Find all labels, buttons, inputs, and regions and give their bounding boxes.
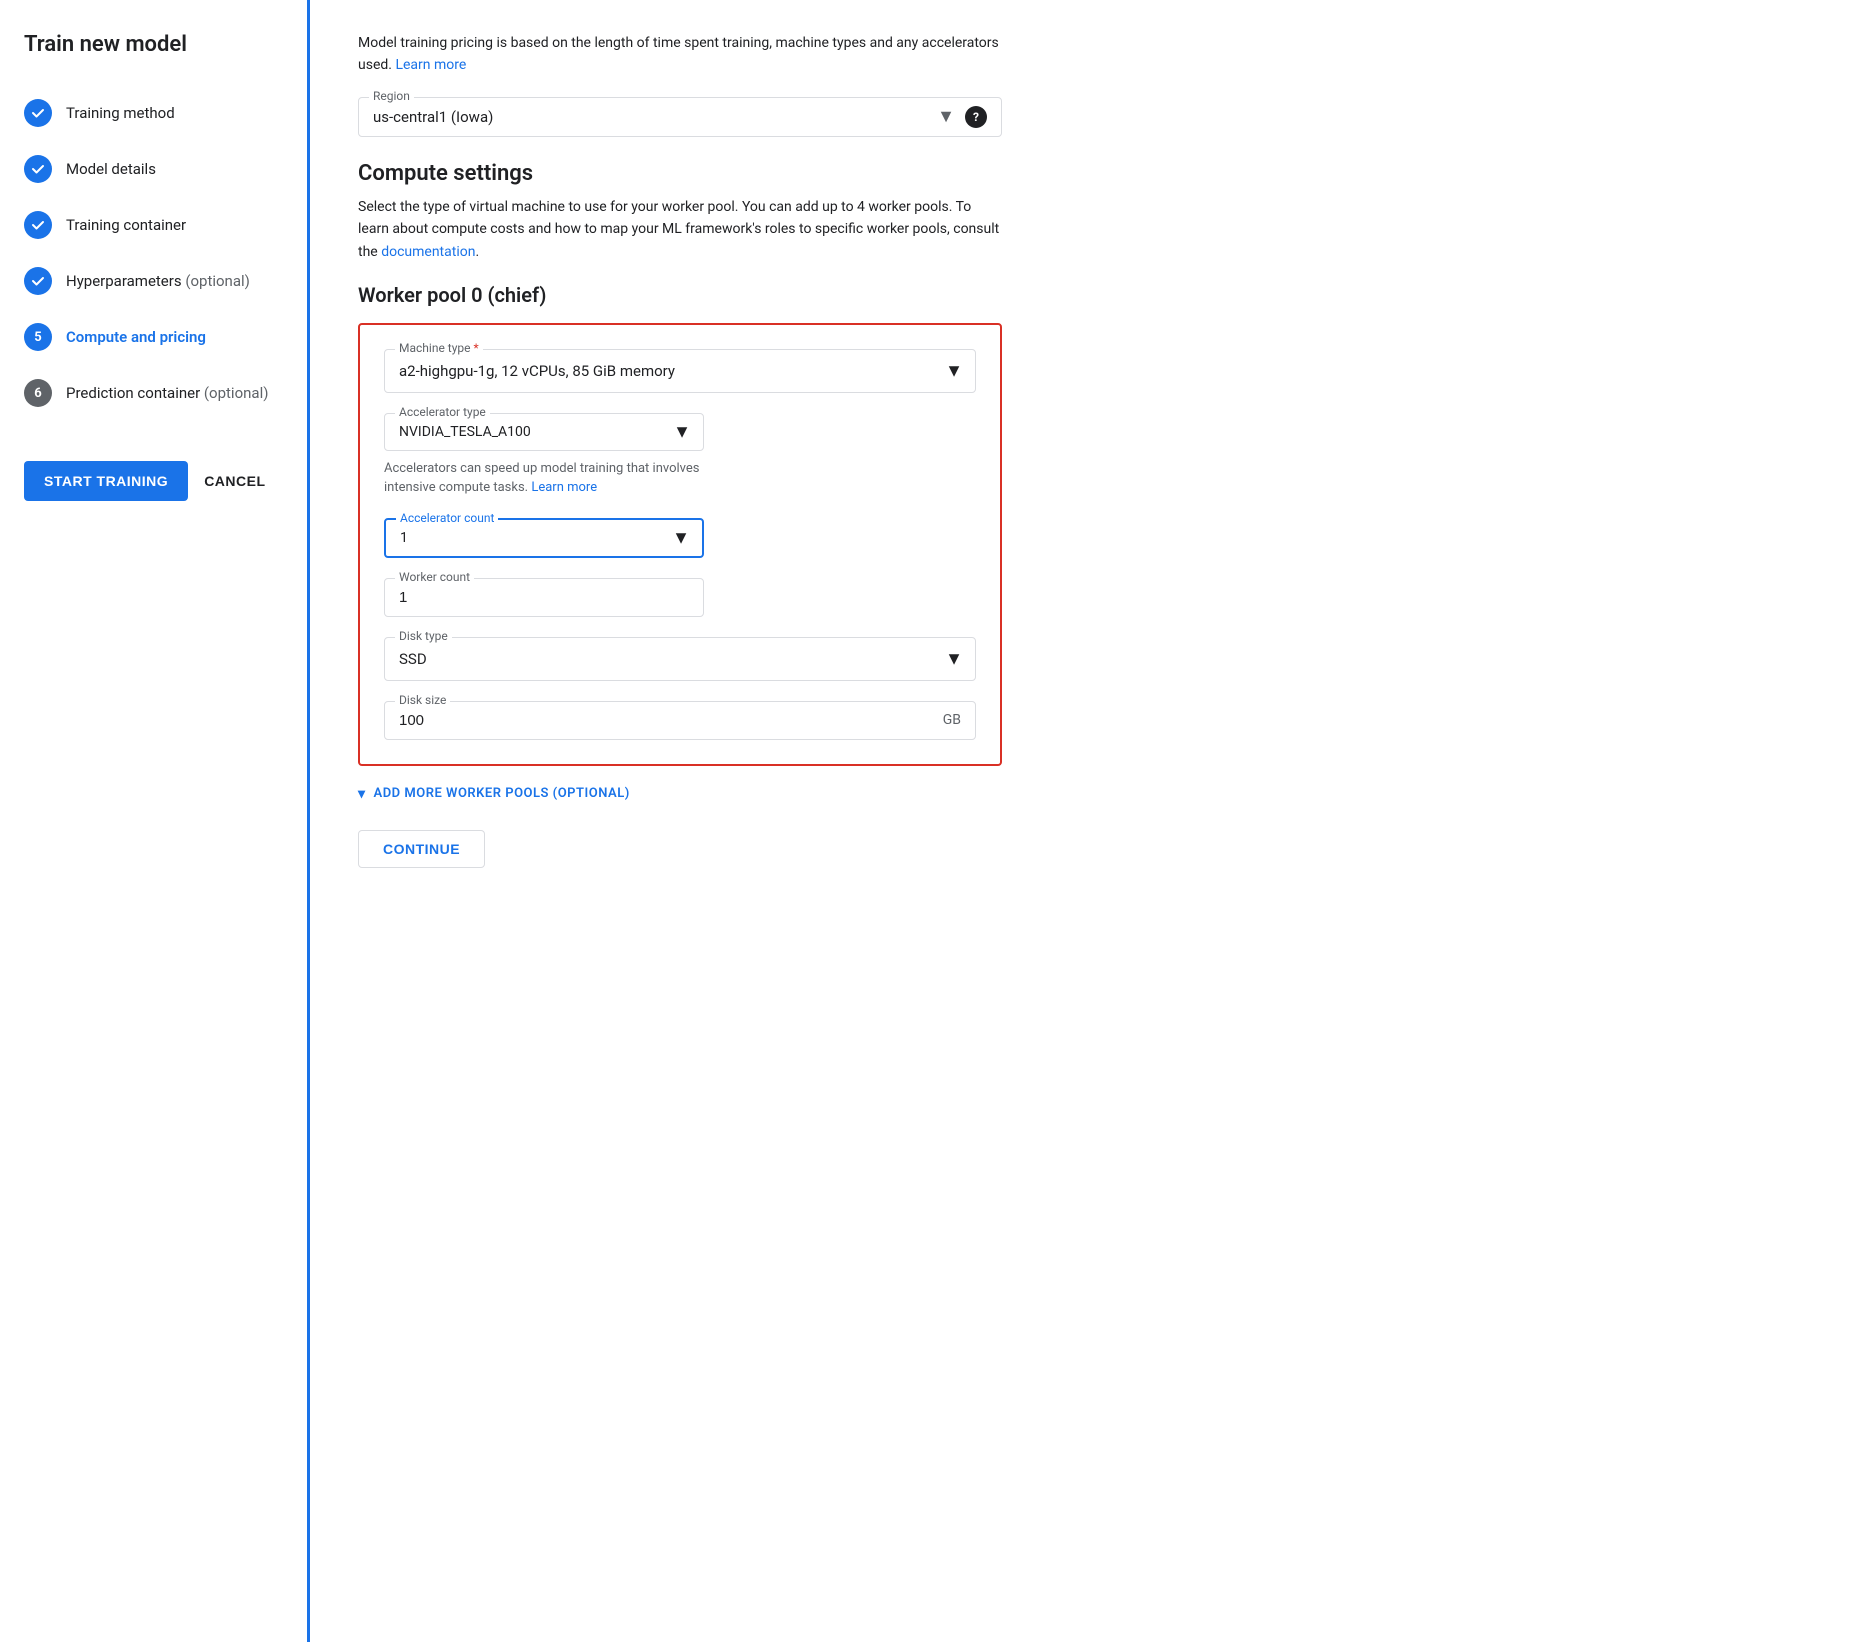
- sidebar: Train new model Training method Model de…: [0, 0, 310, 1642]
- step-label-4: Hyperparameters (optional): [66, 272, 250, 290]
- accelerator-type-field: Accelerator type NVIDIA_TESLA_A100 ▼ Acc…: [384, 413, 976, 498]
- disk-type-label: Disk type: [395, 629, 452, 643]
- step-label-1: Training method: [66, 104, 175, 122]
- region-field-group: Region us-central1 (Iowa) ▼ ?: [358, 97, 1002, 137]
- step-label-2: Model details: [66, 160, 156, 178]
- step-icon-5: 5: [24, 323, 52, 351]
- step-label-3: Training container: [66, 216, 186, 234]
- step-label-5: Compute and pricing: [66, 328, 206, 346]
- disk-type-select[interactable]: Disk type SSD ▼: [384, 637, 976, 681]
- sidebar-step-4[interactable]: Hyperparameters (optional): [24, 253, 283, 309]
- accelerator-type-select[interactable]: Accelerator type NVIDIA_TESLA_A100 ▼: [384, 413, 704, 451]
- region-help-button[interactable]: ?: [965, 106, 987, 128]
- pricing-note: Model training pricing is based on the l…: [358, 32, 1002, 77]
- accelerator-count-label: Accelerator count: [396, 511, 498, 525]
- accelerator-count-field: Accelerator count 1 ▼: [384, 518, 976, 558]
- accelerator-learn-more-link[interactable]: Learn more: [531, 480, 597, 495]
- accelerator-type-label: Accelerator type: [395, 405, 490, 419]
- disk-size-label: Disk size: [395, 693, 450, 707]
- sidebar-step-1[interactable]: Training method: [24, 85, 283, 141]
- worker-count-field: Worker count: [384, 578, 976, 617]
- step-icon-3: [24, 211, 52, 239]
- worker-count-input[interactable]: [399, 589, 689, 606]
- disk-type-value: SSD: [399, 650, 935, 668]
- step-icon-1: [24, 99, 52, 127]
- compute-settings-heading: Compute settings: [358, 161, 1002, 186]
- disk-size-field: Disk size GB: [384, 701, 976, 740]
- main-content: Model training pricing is based on the l…: [310, 0, 1050, 1642]
- sidebar-actions: START TRAINING CANCEL: [24, 461, 283, 501]
- add-worker-pools-button[interactable]: ▾ ADD MORE WORKER POOLS (OPTIONAL): [358, 786, 1002, 802]
- accelerator-note: Accelerators can speed up model training…: [384, 459, 704, 498]
- machine-type-label: Machine type: [395, 341, 483, 355]
- disk-type-field: Disk type SSD ▼: [384, 637, 976, 681]
- disk-size-suffix: GB: [943, 712, 961, 728]
- machine-type-select[interactable]: Machine type a2-highgpu-1g, 12 vCPUs, 85…: [384, 349, 976, 393]
- worker-count-input-container[interactable]: Worker count: [384, 578, 704, 617]
- disk-size-input[interactable]: [399, 712, 925, 729]
- region-value: us-central1 (Iowa): [373, 108, 937, 126]
- sidebar-steps: Training method Model details Training c…: [24, 85, 283, 421]
- machine-type-field: Machine type a2-highgpu-1g, 12 vCPUs, 85…: [384, 349, 976, 393]
- sidebar-step-3[interactable]: Training container: [24, 197, 283, 253]
- add-worker-pools-label: ADD MORE WORKER POOLS (OPTIONAL): [374, 786, 630, 801]
- documentation-link[interactable]: documentation: [381, 244, 475, 260]
- accelerator-type-dropdown-arrow: ▼: [673, 421, 691, 442]
- step-icon-4: [24, 267, 52, 295]
- sidebar-step-2[interactable]: Model details: [24, 141, 283, 197]
- disk-size-input-container[interactable]: Disk size GB: [384, 701, 976, 740]
- pricing-learn-more-link[interactable]: Learn more: [395, 57, 466, 73]
- machine-type-dropdown-arrow: ▼: [945, 360, 963, 381]
- sidebar-step-6[interactable]: 6 Prediction container (optional): [24, 365, 283, 421]
- start-training-button[interactable]: START TRAINING: [24, 461, 188, 501]
- region-field-actions: ▼ ?: [937, 106, 987, 128]
- accelerator-count-dropdown-arrow: ▼: [672, 527, 690, 548]
- cancel-button[interactable]: CANCEL: [204, 473, 265, 489]
- worker-count-label: Worker count: [395, 570, 474, 584]
- region-select[interactable]: Region us-central1 (Iowa) ▼ ?: [358, 97, 1002, 137]
- accelerator-count-select[interactable]: Accelerator count 1 ▼: [384, 518, 704, 558]
- step-icon-6: 6: [24, 379, 52, 407]
- sidebar-step-5[interactable]: 5 Compute and pricing: [24, 309, 283, 365]
- disk-type-dropdown-arrow: ▼: [945, 648, 963, 669]
- step-label-6: Prediction container (optional): [66, 384, 268, 402]
- region-dropdown-arrow: ▼: [937, 106, 955, 127]
- machine-type-value: a2-highgpu-1g, 12 vCPUs, 85 GiB memory: [399, 362, 935, 380]
- compute-desc: Select the type of virtual machine to us…: [358, 196, 1002, 263]
- worker-pool-card: Machine type a2-highgpu-1g, 12 vCPUs, 85…: [358, 323, 1002, 766]
- step-icon-2: [24, 155, 52, 183]
- accelerator-type-value: NVIDIA_TESLA_A100: [399, 424, 531, 440]
- sidebar-title: Train new model: [24, 32, 283, 57]
- accelerator-count-value: 1: [400, 530, 408, 546]
- region-label: Region: [369, 89, 414, 103]
- chevron-down-icon: ▾: [358, 786, 366, 802]
- continue-button[interactable]: CONTINUE: [358, 830, 485, 868]
- worker-pool-heading: Worker pool 0 (chief): [358, 283, 1002, 307]
